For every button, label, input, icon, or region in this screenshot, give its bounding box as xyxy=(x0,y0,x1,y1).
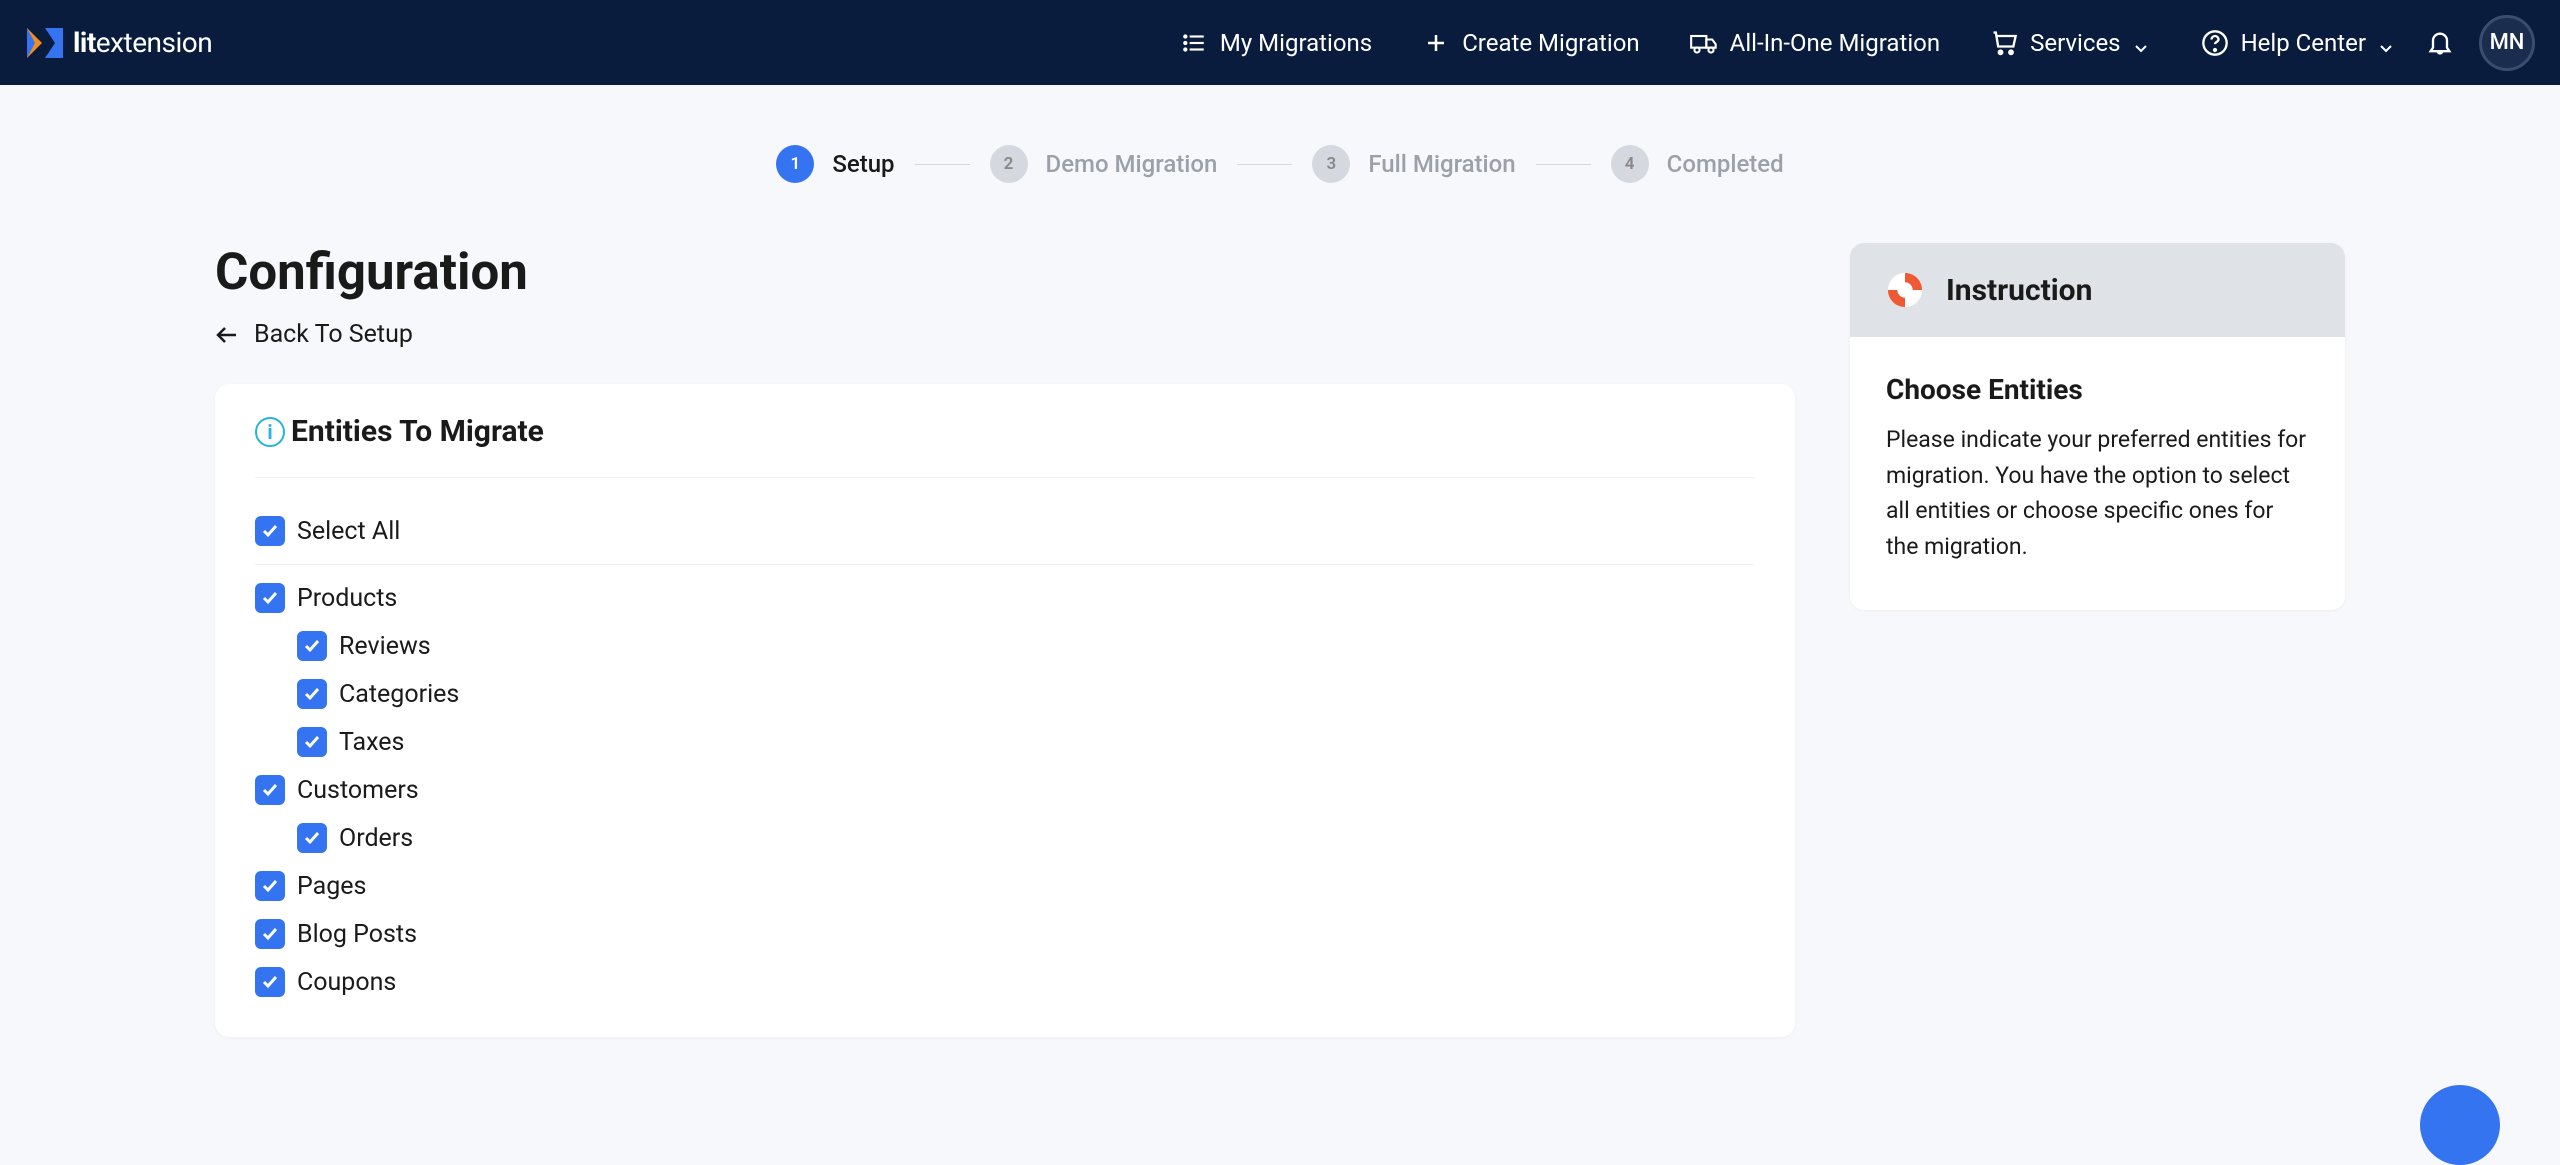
step-label: Full Migration xyxy=(1368,150,1515,178)
life-ring-icon xyxy=(1886,271,1924,309)
arrow-left-icon xyxy=(215,323,239,347)
right-col: Instruction Choose Entities Please indic… xyxy=(1850,243,2345,1037)
avatar-initials: MN xyxy=(2490,30,2525,55)
nav-all-in-one[interactable]: All-In-One Migration xyxy=(1690,29,1940,57)
back-label: Back To Setup xyxy=(254,320,413,349)
nav-label: All-In-One Migration xyxy=(1730,29,1940,57)
entity-orders: Orders xyxy=(297,823,1755,853)
instruction-title: Instruction xyxy=(1946,273,2092,308)
step-full[interactable]: 3 Full Migration xyxy=(1312,145,1515,183)
entity-label: Products xyxy=(297,584,397,613)
step-label: Demo Migration xyxy=(1046,150,1218,178)
checkbox-categories[interactable] xyxy=(297,679,327,709)
checkbox-reviews[interactable] xyxy=(297,631,327,661)
entity-label: Taxes xyxy=(339,728,404,757)
entity-label: Customers xyxy=(297,776,419,805)
nav: My Migrations Create Migration All-In-On… xyxy=(1180,29,2396,57)
step-num: 4 xyxy=(1611,145,1649,183)
nav-label: Services xyxy=(2030,29,2120,57)
nav-label: Help Center xyxy=(2241,29,2366,57)
nav-services[interactable]: Services xyxy=(1990,29,2150,57)
step-num: 2 xyxy=(990,145,1028,183)
nav-label: Create Migration xyxy=(1462,29,1639,57)
entity-reviews: Reviews xyxy=(297,631,1755,661)
checkbox-products[interactable] xyxy=(255,583,285,613)
nav-help-center[interactable]: Help Center xyxy=(2201,29,2396,57)
entities-card: i Entities To Migrate Select All Product… xyxy=(215,384,1795,1037)
entity-categories: Categories xyxy=(297,679,1755,709)
checkbox-select-all[interactable] xyxy=(255,516,285,546)
instruction-body: Choose Entities Please indicate your pre… xyxy=(1850,337,2345,610)
entity-products: Products xyxy=(255,583,1755,613)
instruction-subtitle: Choose Entities xyxy=(1886,373,2309,406)
avatar[interactable]: MN xyxy=(2479,15,2535,71)
checkbox-taxes[interactable] xyxy=(297,727,327,757)
plus-icon xyxy=(1422,29,1450,57)
entity-select-all: Select All xyxy=(255,516,1755,565)
back-to-setup[interactable]: Back To Setup xyxy=(215,320,1795,349)
instruction-header: Instruction xyxy=(1850,243,2345,337)
info-icon[interactable]: i xyxy=(255,417,285,447)
chevron-down-icon xyxy=(2378,34,2396,52)
entity-label: Coupons xyxy=(297,968,396,997)
page-title: Configuration xyxy=(215,243,1795,302)
nav-create-migration[interactable]: Create Migration xyxy=(1422,29,1639,57)
header: litextension My Migrations Create Migrat… xyxy=(0,0,2560,85)
entity-label: Blog Posts xyxy=(297,920,417,949)
checkbox-pages[interactable] xyxy=(255,871,285,901)
checkbox-coupons[interactable] xyxy=(255,967,285,997)
instruction-text: Please indicate your preferred entities … xyxy=(1886,422,2309,565)
step-label: Setup xyxy=(832,150,894,178)
step-line xyxy=(1237,164,1292,165)
nav-my-migrations[interactable]: My Migrations xyxy=(1180,29,1372,57)
cart-icon xyxy=(1990,29,2018,57)
entity-label: Categories xyxy=(339,680,459,709)
checkbox-customers[interactable] xyxy=(255,775,285,805)
step-line xyxy=(1536,164,1591,165)
checkbox-blog-posts[interactable] xyxy=(255,919,285,949)
checkbox-orders[interactable] xyxy=(297,823,327,853)
fab-chat[interactable] xyxy=(2420,1085,2500,1165)
step-num: 1 xyxy=(776,145,814,183)
bell-icon[interactable] xyxy=(2426,29,2454,57)
entity-pages: Pages xyxy=(255,871,1755,901)
step-num: 3 xyxy=(1312,145,1350,183)
entity-coupons: Coupons xyxy=(255,967,1755,997)
main-wrapper: Configuration Back To Setup i Entities T… xyxy=(215,243,2345,1037)
step-line xyxy=(915,164,970,165)
entity-label: Pages xyxy=(297,872,366,901)
list-icon xyxy=(1180,29,1208,57)
card-header: i Entities To Migrate xyxy=(255,414,1755,478)
help-icon xyxy=(2201,29,2229,57)
entity-blog-posts: Blog Posts xyxy=(255,919,1755,949)
entity-label: Orders xyxy=(339,824,413,853)
chevron-down-icon xyxy=(2133,34,2151,52)
content: 1 Setup 2 Demo Migration 3 Full Migratio… xyxy=(0,85,2560,1037)
stepper: 1 Setup 2 Demo Migration 3 Full Migratio… xyxy=(776,145,1783,183)
logo[interactable]: litextension xyxy=(25,23,212,63)
card-title: Entities To Migrate xyxy=(291,414,544,449)
nav-label: My Migrations xyxy=(1220,29,1372,57)
truck-icon xyxy=(1690,29,1718,57)
left-col: Configuration Back To Setup i Entities T… xyxy=(215,243,1795,1037)
logo-text: litextension xyxy=(73,26,212,59)
entity-list: Select All Products Reviews Categories xyxy=(255,516,1755,997)
entity-taxes: Taxes xyxy=(297,727,1755,757)
step-setup[interactable]: 1 Setup xyxy=(776,145,894,183)
entity-label: Select All xyxy=(297,517,400,546)
logo-icon xyxy=(25,23,65,63)
entity-customers: Customers xyxy=(255,775,1755,805)
entity-label: Reviews xyxy=(339,632,431,661)
step-label: Completed xyxy=(1667,150,1784,178)
instruction-card: Instruction Choose Entities Please indic… xyxy=(1850,243,2345,610)
step-demo[interactable]: 2 Demo Migration xyxy=(990,145,1218,183)
step-completed[interactable]: 4 Completed xyxy=(1611,145,1784,183)
